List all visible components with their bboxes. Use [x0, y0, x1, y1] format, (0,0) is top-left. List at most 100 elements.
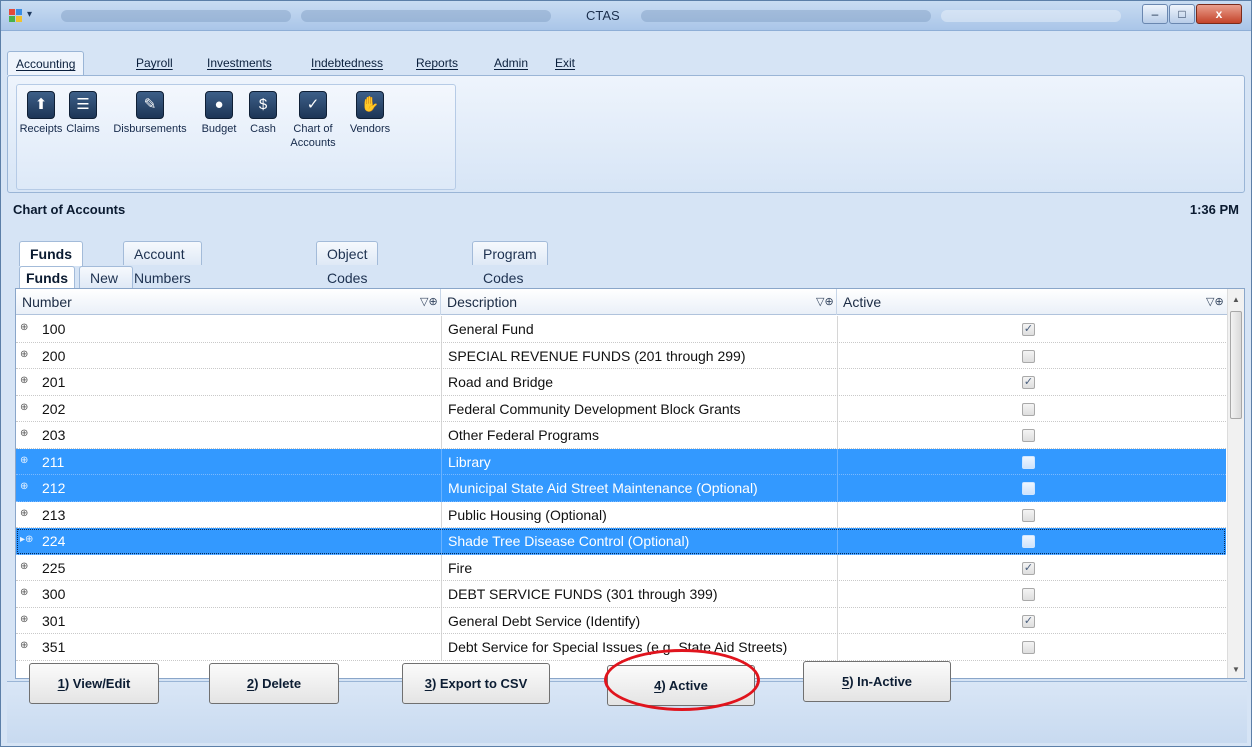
cell-number: 301 — [42, 612, 66, 629]
active-checkbox[interactable]: ✓ — [1022, 376, 1035, 389]
export-csv-button[interactable]: 3) Export to CSV — [402, 663, 550, 704]
tab-object-codes[interactable]: Object Codes (F5) — [316, 241, 379, 310]
filter-icon[interactable]: ▽⊕ — [1206, 295, 1224, 308]
row-pin-icon[interactable]: ⊕ — [20, 481, 28, 492]
ribbon-tab-admin[interactable]: Admin — [494, 51, 528, 75]
table-row[interactable]: ⊕ 200 SPECIAL REVENUE FUNDS (201 through 2… — [16, 342, 1226, 369]
inactive-button[interactable]: 5) In-Active — [803, 661, 951, 702]
quick-access-dropdown-icon[interactable]: ▾ — [27, 9, 32, 20]
active-checkbox[interactable] — [1022, 641, 1035, 654]
active-checkbox[interactable] — [1022, 588, 1035, 601]
column-divider — [441, 448, 442, 474]
column-header-active[interactable]: Active — [837, 289, 1227, 315]
row-pin-icon[interactable]: ⊕ — [20, 561, 28, 572]
active-checkbox[interactable]: ✓ — [1022, 323, 1035, 336]
active-checkbox[interactable] — [1022, 482, 1035, 495]
cash-button[interactable]: $ Cash — [243, 91, 283, 136]
scroll-down-icon[interactable]: ▼ — [1232, 665, 1240, 674]
row-pin-icon[interactable]: ⊕ — [20, 428, 28, 439]
cell-description: Public Housing (Optional) — [448, 506, 607, 523]
cell-description: Road and Bridge — [448, 374, 554, 390]
table-row[interactable]: ⊕ 212 Municipal State Aid Street Maintenan… — [16, 475, 1226, 502]
clock: 1:36 PM — [1189, 202, 1239, 217]
table-row[interactable]: ⊕ 351 Debt Service for Special Issues (e.g… — [16, 634, 1226, 661]
row-pin-icon[interactable]: ⊕ — [20, 640, 28, 651]
close-button[interactable]: x — [1196, 4, 1242, 24]
column-divider — [441, 501, 442, 527]
subtab-new-fund[interactable]: New Fund — [79, 266, 133, 308]
ribbon-tab-payroll[interactable]: Payroll — [136, 51, 173, 75]
ribbon-tab-exit[interactable]: Exit — [555, 51, 575, 75]
disbursements-button[interactable]: ✎ Disbursements — [107, 91, 193, 136]
table-row[interactable]: ⊕ 203 Other Federal Programs — [16, 422, 1226, 449]
app-icon[interactable] — [9, 9, 23, 23]
cell-number: 202 — [42, 400, 66, 417]
row-pin-icon[interactable]: ⊕ — [20, 455, 28, 466]
delete-button[interactable]: 2) Delete — [209, 663, 339, 704]
table-row[interactable]: ⊕ 201 Road and Bridge ✓ — [16, 369, 1226, 396]
claims-button[interactable]: ☰ Claims — [63, 91, 103, 136]
row-pin-icon[interactable]: ⊕ — [20, 322, 28, 333]
active-checkbox[interactable] — [1022, 429, 1035, 442]
tab-account-numbers[interactable]: Account Numbers (F4) — [123, 241, 202, 310]
cell-description: Fire — [448, 559, 473, 576]
table-row[interactable]: ⊕ 300 DEBT SERVICE FUNDS (301 through 399) — [16, 581, 1226, 608]
active-checkbox[interactable] — [1022, 349, 1035, 363]
vendors-button[interactable]: ✋ Vendors — [345, 91, 395, 136]
column-divider — [441, 554, 442, 580]
row-pin-icon[interactable]: ⊕ — [20, 614, 28, 625]
column-divider — [837, 528, 838, 554]
active-checkbox[interactable] — [1022, 455, 1035, 469]
cell-number: 201 — [42, 374, 66, 390]
view-edit-button[interactable]: 1) View/Edit — [29, 663, 159, 704]
active-checkbox[interactable] — [1022, 508, 1035, 522]
subtab-funds[interactable]: Funds — [19, 266, 75, 288]
cell-number: 224 — [42, 533, 66, 549]
row-pin-icon[interactable]: ⊕ — [20, 375, 28, 386]
active-checkbox[interactable]: ✓ — [1022, 614, 1035, 628]
column-divider — [441, 634, 442, 660]
table-row[interactable]: ▸⊕ 224 Shade Tree Disease Control (Optiona… — [16, 528, 1226, 555]
chart-of-accounts-button[interactable]: ✓ Chart of Accounts — [285, 91, 341, 150]
ribbon-tab-accounting[interactable]: Accounting — [7, 51, 85, 75]
tab-program-codes[interactable]: Program Codes (F6) — [472, 241, 548, 310]
cell-description: SPECIAL REVENUE FUNDS (201 through 299) — [448, 347, 746, 364]
filter-icon[interactable]: ▽⊕ — [816, 295, 834, 308]
page-title: Chart of Accounts — [13, 202, 126, 217]
column-divider — [837, 422, 838, 448]
row-pin-icon[interactable]: ⊕ — [20, 587, 28, 598]
table-row[interactable]: ⊕ 100 General Fund ✓ — [16, 316, 1226, 343]
cell-description: Debt Service for Special Issues (e.g. St… — [448, 639, 788, 655]
cash-icon: $ — [249, 91, 277, 119]
vertical-scrollbar[interactable]: ▲ ▼ — [1227, 289, 1244, 678]
column-header-description[interactable]: Description — [441, 289, 837, 315]
cell-number: 211 — [42, 453, 65, 470]
ribbon-tab-reports[interactable]: Reports — [416, 51, 458, 75]
ribbon-tab-indebtedness[interactable]: Indebtedness — [311, 51, 383, 75]
maximize-button[interactable]: □ — [1169, 4, 1195, 24]
tab-funds[interactable]: Funds (F3) — [19, 241, 83, 286]
table-row[interactable]: ⊕ 225 Fire ✓ — [16, 554, 1226, 581]
table-row[interactable]: ⊕ 301 General Debt Service (Identify) ✓ — [16, 607, 1226, 634]
scroll-up-icon[interactable]: ▲ — [1232, 295, 1240, 304]
filter-icon[interactable]: ▽⊕ — [420, 295, 438, 308]
scroll-thumb[interactable] — [1230, 311, 1242, 419]
row-pin-icon[interactable]: ⊕ — [20, 349, 28, 360]
ribbon-tab-investments[interactable]: Investments — [207, 51, 272, 75]
budget-button[interactable]: ● Budget — [195, 91, 243, 136]
table-row[interactable]: ⊕ 213 Public Housing (Optional) — [16, 501, 1226, 528]
claims-icon: ☰ — [69, 91, 97, 119]
table-row[interactable]: ⊕ 211 Library — [16, 448, 1226, 475]
active-checkbox[interactable] — [1022, 535, 1035, 548]
active-checkbox[interactable]: ✓ — [1022, 561, 1035, 575]
receipts-button[interactable]: ⬆ Receipts — [19, 91, 63, 136]
current-row-indicator-icon[interactable]: ▸⊕ — [20, 534, 33, 545]
cell-number: 300 — [42, 586, 66, 602]
row-pin-icon[interactable]: ⊕ — [20, 508, 28, 519]
row-pin-icon[interactable]: ⊕ — [20, 402, 28, 413]
cell-description: General Fund — [448, 321, 534, 337]
minimize-button[interactable]: – — [1142, 4, 1168, 24]
table-row[interactable]: ⊕ 202 Federal Community Development Block … — [16, 395, 1226, 422]
active-checkbox[interactable] — [1022, 402, 1035, 416]
column-header-number[interactable]: Number — [16, 289, 441, 315]
